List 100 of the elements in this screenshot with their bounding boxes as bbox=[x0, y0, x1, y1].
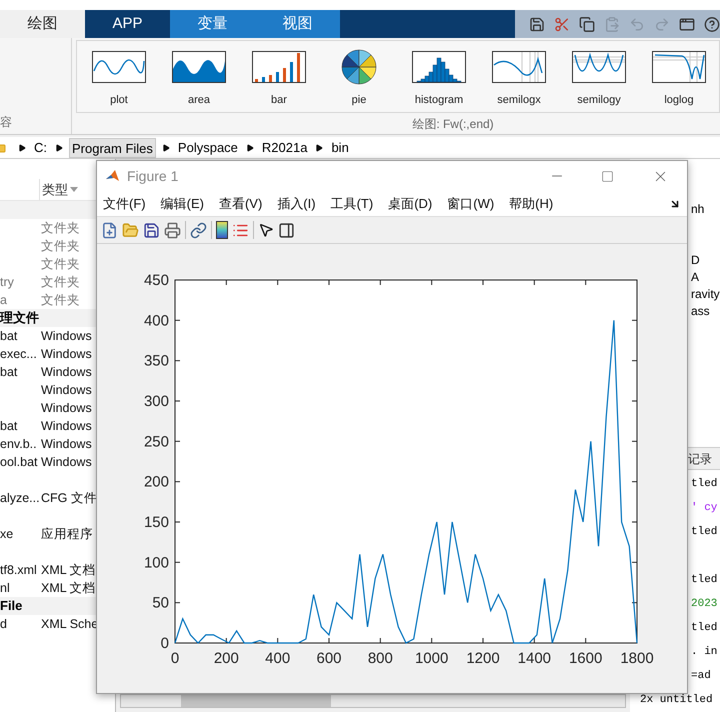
gallery-item[interactable]: semilogx bbox=[479, 44, 559, 110]
x-tick-label: 1000 bbox=[414, 650, 448, 667]
variable-name[interactable]: D bbox=[691, 253, 700, 267]
gallery-item[interactable]: bar bbox=[239, 44, 319, 110]
file-type: Windows bbox=[41, 364, 92, 381]
history-entry[interactable]: =ad bbox=[691, 668, 711, 684]
loglog-chart-icon bbox=[652, 50, 706, 82]
gallery-item[interactable]: plot bbox=[79, 44, 159, 110]
save-icon[interactable] bbox=[529, 16, 545, 32]
file-type: 文件夹 bbox=[41, 274, 80, 291]
menu-item[interactable]: 帮助(H) bbox=[509, 194, 554, 214]
file-name[interactable]: exec... bbox=[0, 344, 37, 364]
path-segment[interactable]: C: bbox=[32, 138, 49, 158]
link-icon[interactable] bbox=[190, 222, 207, 238]
ribbon-tab[interactable]: 绘图 bbox=[0, 10, 85, 38]
semilogx-chart-icon bbox=[492, 50, 546, 82]
new-file-icon[interactable] bbox=[101, 222, 118, 238]
sort-caret-icon bbox=[70, 187, 78, 192]
x-tick-label: 1800 bbox=[620, 650, 654, 667]
menu-item[interactable]: 查看(V) bbox=[218, 194, 262, 214]
file-name[interactable]: env.b.. bbox=[0, 434, 37, 454]
file-name[interactable]: d bbox=[0, 614, 7, 634]
window-icon[interactable] bbox=[679, 16, 695, 32]
colorbar-icon[interactable] bbox=[216, 221, 228, 239]
ribbon-tab[interactable]: 视图 bbox=[255, 10, 340, 38]
column-header[interactable]: 类型 bbox=[40, 179, 78, 200]
file-name[interactable]: nl bbox=[0, 578, 10, 598]
menu-item[interactable]: 文件(F) bbox=[103, 194, 146, 214]
variable-name[interactable]: A bbox=[691, 270, 700, 284]
path-segment[interactable]: Polyspace bbox=[176, 138, 240, 158]
menu-item[interactable]: 工具(T) bbox=[330, 194, 374, 214]
panel-title: 记录 bbox=[688, 450, 712, 468]
file-name[interactable]: xe bbox=[0, 524, 14, 544]
x-tick-label: 1400 bbox=[518, 650, 552, 667]
gallery-item[interactable]: histogram bbox=[399, 44, 479, 110]
file-type: Windows bbox=[41, 382, 92, 399]
save-icon[interactable] bbox=[143, 222, 160, 238]
file-name[interactable]: a bbox=[0, 290, 7, 310]
menu-item[interactable]: 插入(I) bbox=[277, 194, 316, 214]
help-icon[interactable] bbox=[704, 16, 720, 32]
gallery-item[interactable]: loglog bbox=[639, 44, 719, 110]
pointer-icon[interactable] bbox=[258, 222, 274, 238]
file-name[interactable]: ool.bat bbox=[0, 452, 38, 472]
variable-name[interactable]: ass bbox=[691, 304, 710, 318]
gallery-item[interactable]: semilogy bbox=[559, 44, 639, 110]
file-name[interactable]: bat bbox=[0, 362, 18, 382]
file-name[interactable]: bat bbox=[0, 326, 18, 346]
chevron-icon[interactable] bbox=[18, 144, 26, 152]
cut-icon[interactable] bbox=[554, 16, 570, 32]
window-title: Figure 1 bbox=[127, 166, 178, 186]
copy-icon[interactable] bbox=[579, 16, 595, 32]
history-entry[interactable]: tled bbox=[691, 620, 718, 636]
menu-item[interactable]: 桌面(D) bbox=[388, 194, 432, 214]
gallery-item[interactable]: pie bbox=[319, 44, 399, 110]
x-tick-label: 200 bbox=[214, 650, 239, 667]
y-tick-label: 50 bbox=[152, 594, 169, 612]
y-tick-label: 300 bbox=[144, 393, 169, 410]
file-type: Windows bbox=[41, 454, 92, 471]
print-icon[interactable] bbox=[164, 222, 181, 238]
path-segment[interactable]: R2021a bbox=[260, 138, 310, 158]
chevron-icon[interactable] bbox=[315, 144, 324, 152]
histogram-chart-icon bbox=[412, 50, 466, 82]
maximize-icon[interactable] bbox=[601, 170, 614, 182]
file-type: XML 文档 bbox=[41, 580, 96, 597]
history-entry[interactable]: tled bbox=[691, 572, 718, 588]
menu-item[interactable]: 窗口(W) bbox=[447, 194, 494, 214]
ribbon-tab[interactable]: 变量 bbox=[170, 10, 255, 38]
y-tick-label: 250 bbox=[144, 433, 169, 450]
group-label: 理文件 bbox=[0, 309, 39, 328]
panel-icon[interactable] bbox=[278, 222, 295, 238]
gallery-item[interactable]: area bbox=[159, 44, 239, 110]
chevron-icon[interactable] bbox=[246, 144, 254, 152]
file-type: Windows bbox=[41, 436, 92, 453]
history-entry[interactable]: ' cy bbox=[691, 500, 718, 516]
history-entry[interactable]: 2x untitled bbox=[640, 692, 713, 708]
variable-name[interactable]: ravity bbox=[691, 287, 720, 301]
file-type: 文件夹 bbox=[41, 292, 80, 309]
bar-chart-icon bbox=[252, 50, 306, 82]
horizontal-scrollbar[interactable] bbox=[120, 694, 626, 708]
plot-chart-icon bbox=[92, 50, 146, 82]
path-segment[interactable]: bin bbox=[329, 138, 351, 158]
y-tick-label: 450 bbox=[144, 272, 169, 289]
chevron-icon[interactable] bbox=[55, 144, 63, 152]
area-chart-icon bbox=[172, 50, 226, 82]
variable-name[interactable]: nh bbox=[691, 202, 704, 216]
file-name[interactable]: alyze... bbox=[0, 488, 40, 508]
x-tick-label: 800 bbox=[368, 650, 393, 667]
history-entry[interactable]: . in bbox=[691, 644, 718, 660]
file-name[interactable]: try bbox=[0, 272, 14, 292]
history-entry[interactable]: tled bbox=[691, 524, 718, 540]
path-segment[interactable]: Program Files bbox=[69, 138, 156, 158]
menu-item[interactable]: 编辑(E) bbox=[160, 194, 204, 214]
file-name[interactable]: tf8.xml bbox=[0, 560, 37, 580]
y-tick-label: 100 bbox=[144, 554, 169, 572]
file-name[interactable]: bat bbox=[0, 416, 18, 436]
file-type: 应用程序 bbox=[41, 526, 93, 543]
history-entry[interactable]: tled bbox=[691, 476, 718, 492]
x-tick-label: 0 bbox=[170, 650, 180, 667]
chevron-icon[interactable] bbox=[162, 144, 170, 152]
history-entry[interactable]: 2023 bbox=[691, 596, 718, 612]
